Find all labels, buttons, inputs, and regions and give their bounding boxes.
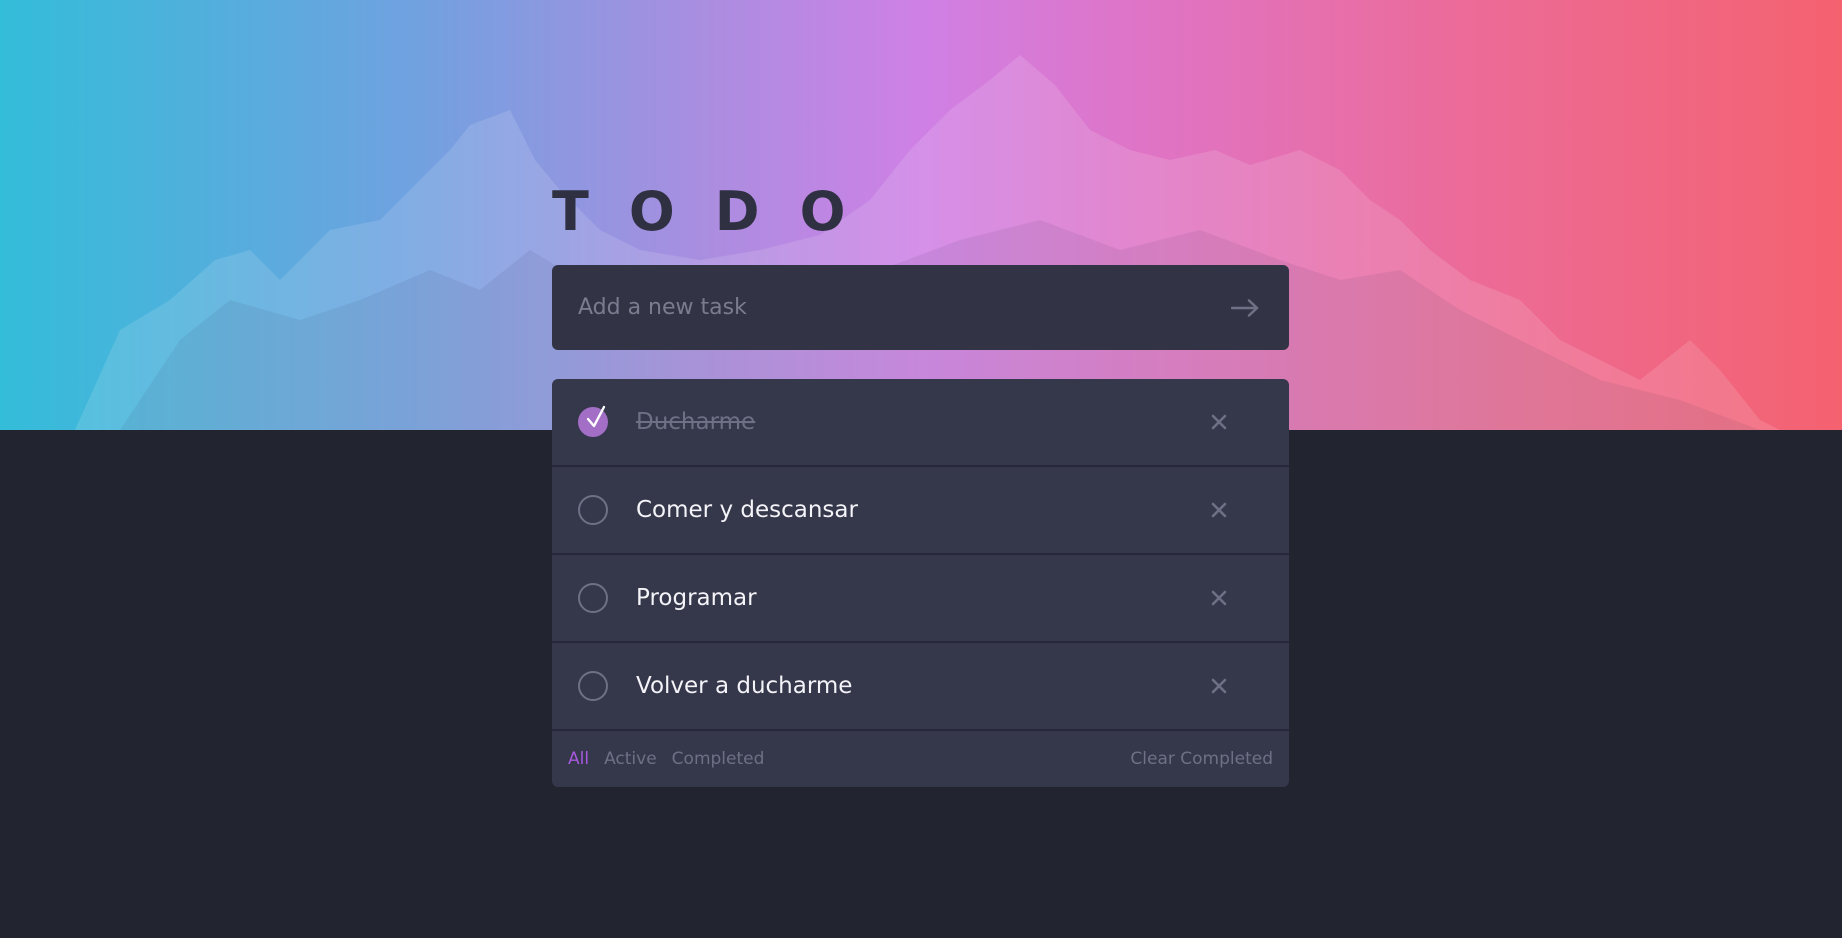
delete-task-button[interactable]: [1203, 582, 1235, 614]
delete-task-button[interactable]: [1203, 494, 1235, 526]
clear-completed-button[interactable]: Clear Completed: [1130, 749, 1273, 769]
task-item: Volver a ducharme: [552, 643, 1289, 731]
new-task-form: [552, 265, 1289, 350]
task-checkbox[interactable]: [578, 583, 608, 613]
mountain-background: [75, 55, 1780, 430]
close-icon: [1211, 590, 1227, 606]
filter-all[interactable]: All: [568, 749, 589, 769]
task-label: Volver a ducharme: [636, 673, 853, 699]
delete-task-button[interactable]: [1203, 406, 1235, 438]
filter-active[interactable]: Active: [604, 749, 657, 769]
close-icon: [1211, 414, 1227, 430]
close-icon: [1211, 502, 1227, 518]
new-task-input[interactable]: [578, 295, 1227, 320]
filter-completed[interactable]: Completed: [672, 749, 765, 769]
close-icon: [1211, 678, 1227, 694]
task-checkbox[interactable]: [578, 405, 608, 437]
submit-task-button[interactable]: [1227, 290, 1263, 326]
delete-task-button[interactable]: [1203, 670, 1235, 702]
arrow-right-icon: [1231, 298, 1259, 317]
task-label: Comer y descansar: [636, 497, 858, 523]
task-item: Comer y descansar: [552, 467, 1289, 555]
task-item: Programar: [552, 555, 1289, 643]
checkmark-icon: [586, 405, 606, 428]
hero-banner: [0, 0, 1842, 430]
task-label: Programar: [636, 585, 757, 611]
task-checkbox[interactable]: [578, 671, 608, 701]
task-checkbox[interactable]: [578, 495, 608, 525]
list-footer: All Active Completed Clear Completed: [552, 731, 1289, 787]
app-title: TODO: [552, 180, 886, 243]
task-label: Ducharme: [636, 409, 756, 435]
task-item: Ducharme: [552, 379, 1289, 467]
task-list: Ducharme Comer y descansar Programar Vol…: [552, 379, 1289, 787]
